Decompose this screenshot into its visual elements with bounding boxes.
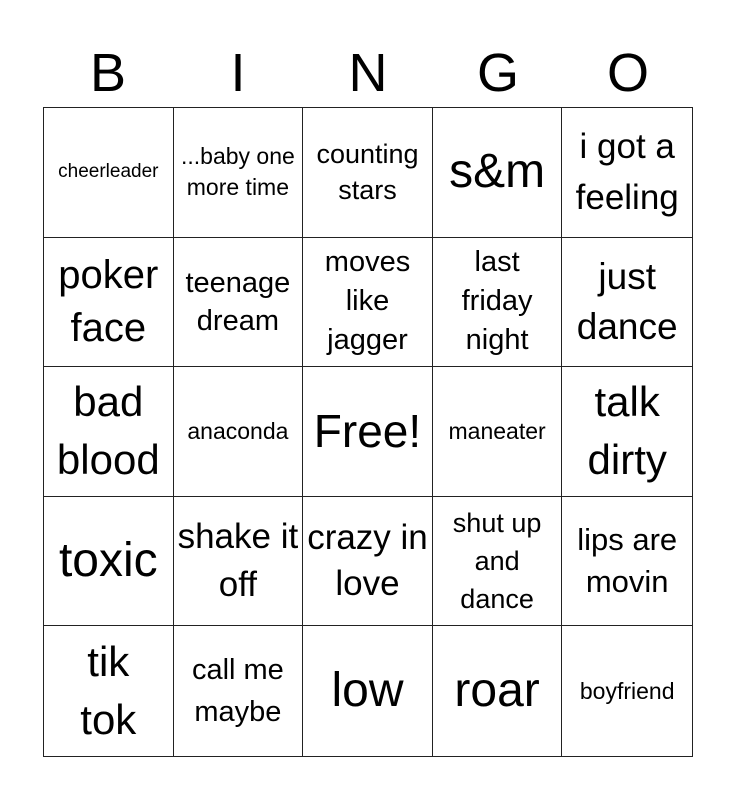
cell-text: ...baby one more time (180, 143, 295, 201)
cell-text: moves like jagger (324, 246, 411, 357)
bingo-cell[interactable]: cheerleader (44, 108, 174, 238)
header-letter-n: N (348, 43, 388, 103)
bingo-cell[interactable]: just dance (562, 238, 692, 368)
bingo-cell[interactable]: s&m (432, 108, 563, 238)
bingo-cell[interactable]: poker face (44, 237, 174, 368)
cell-text: i got a feeling (575, 127, 679, 218)
bingo-cell[interactable]: moves like jagger (303, 237, 433, 368)
cell-text: anaconda (187, 417, 289, 444)
cell-text: teenage dream (185, 266, 291, 337)
cell-text: just dance (576, 255, 678, 347)
bingo-cell[interactable]: i got a feeling (562, 108, 692, 238)
cell-text: shake it off (177, 517, 299, 605)
cell-text: cheerleader (58, 161, 159, 183)
cell-text: last friday night (461, 246, 533, 357)
bingo-cell[interactable]: toxic (44, 496, 174, 627)
cell-text: maneater (448, 417, 546, 444)
bingo-cell[interactable]: counting stars (303, 108, 433, 238)
header-letter-i: I (230, 43, 246, 103)
cell-text: shut up and dance (452, 508, 542, 615)
bingo-cell[interactable]: low (303, 626, 433, 756)
bingo-cell[interactable]: roar (433, 626, 563, 756)
bingo-cell[interactable]: talk dirty (562, 367, 692, 497)
cell-text: counting stars (316, 139, 419, 206)
bingo-cell[interactable]: boyfriend (562, 626, 692, 756)
bingo-cell[interactable]: shut up and dance (432, 496, 563, 627)
cell-text: call me maybe (191, 654, 284, 729)
bingo-cell[interactable]: shake it off (173, 496, 304, 627)
cell-text: s&m (449, 145, 546, 199)
cell-text: talk dirty (587, 378, 667, 484)
cell-text: low (331, 664, 404, 718)
cell-text: crazy in love (307, 518, 428, 604)
bingo-cell[interactable]: lips are movin (562, 497, 692, 627)
header-letter-o: O (606, 43, 649, 103)
bingo-cell[interactable]: tik tok (44, 626, 174, 756)
cell-text: toxic (58, 534, 158, 588)
cell-text: Free! (313, 405, 422, 458)
cell-text: boyfriend (579, 677, 675, 704)
cell-text: lips are movin (577, 522, 678, 600)
bingo-cell[interactable]: bad blood (44, 367, 174, 497)
bingo-cell[interactable]: teenage dream (173, 237, 304, 368)
bingo-cell[interactable]: anaconda (173, 367, 304, 497)
bingo-cell[interactable]: crazy in love (303, 496, 433, 627)
bingo-grid: cheerleader ...baby one more time counti… (43, 107, 693, 757)
bingo-header: B I N G O (43, 42, 693, 104)
bingo-cell[interactable]: Free! (303, 367, 433, 497)
header-letter-b: B (89, 43, 127, 103)
cell-text: poker face (58, 252, 159, 350)
bingo-cell[interactable]: ...baby one more time (173, 108, 304, 238)
cell-text: roar (454, 664, 540, 718)
cell-text: bad blood (56, 378, 160, 484)
header-letter-g: G (476, 43, 519, 103)
bingo-cell[interactable]: last friday night (432, 237, 563, 368)
bingo-cell[interactable]: call me maybe (174, 626, 304, 756)
cell-text: tik tok (80, 638, 137, 744)
bingo-cell[interactable]: maneater (432, 367, 563, 497)
